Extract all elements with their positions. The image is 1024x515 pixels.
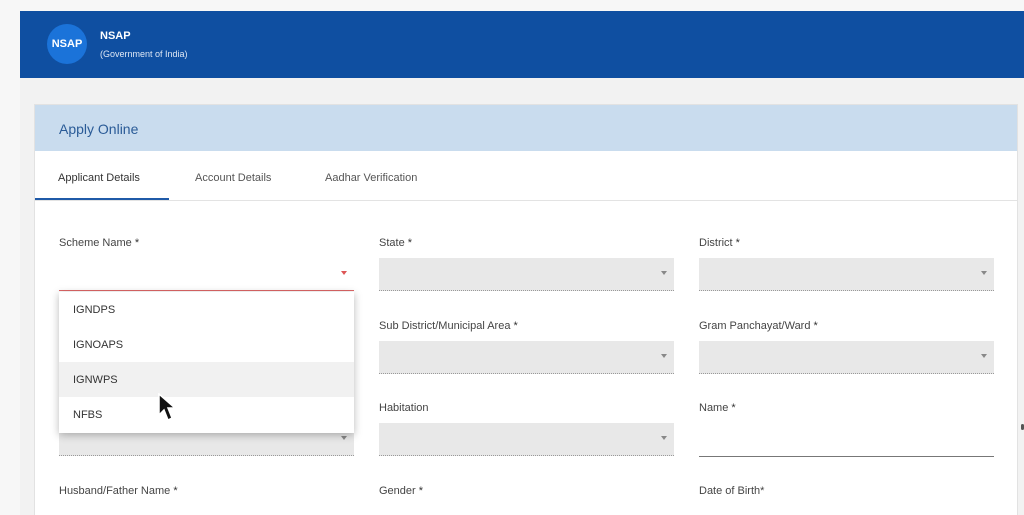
chevron-down-icon — [661, 354, 667, 358]
scheme-name-dropdown: IGNDPS IGNOAPS IGNWPS NFBS — [59, 292, 354, 433]
tab-bar: Applicant Details Account Details Aadhar… — [35, 151, 1017, 201]
chevron-down-icon — [981, 354, 987, 358]
gram-panchayat-select[interactable] — [699, 341, 994, 374]
site-subtitle: (Government of India) — [100, 49, 188, 59]
option-ignoaps[interactable]: IGNOAPS — [59, 327, 354, 362]
gram-panchayat-label: Gram Panchayat/Ward * — [699, 320, 818, 332]
state-label: State * — [379, 237, 413, 249]
sub-district-select[interactable] — [379, 341, 674, 374]
scheme-name-select[interactable] — [59, 258, 354, 291]
date-of-birth-label: Date of Birth* — [699, 485, 765, 497]
district-select[interactable] — [699, 258, 994, 291]
husband-father-name-label: Husband/Father Name * — [59, 485, 178, 497]
card-header: Apply Online — [35, 105, 1017, 151]
browser-edge-top — [0, 0, 1024, 11]
option-ignwps[interactable]: IGNWPS — [59, 362, 354, 397]
option-igndps[interactable]: IGNDPS — [59, 292, 354, 327]
chevron-down-icon — [661, 271, 667, 275]
option-nfbs[interactable]: NFBS — [59, 397, 354, 432]
name-label: Name * — [699, 402, 736, 414]
habitation-select[interactable] — [379, 423, 674, 456]
mouse-pointer-icon — [158, 393, 177, 422]
gender-label: Gender * — [379, 485, 424, 497]
tab-account-details[interactable]: Account Details — [195, 172, 271, 184]
chevron-down-icon — [981, 271, 987, 275]
district-label: District * — [699, 237, 740, 249]
tab-applicant-details[interactable]: Applicant Details — [58, 172, 140, 184]
site-header: NSAP NSAP (Government of India) — [20, 11, 1024, 78]
card-title: Apply Online — [59, 121, 139, 137]
scheme-name-label: Scheme Name * — [59, 237, 140, 249]
nsap-logo: NSAP — [47, 24, 87, 64]
browser-edge-left — [0, 0, 20, 515]
active-tab-indicator — [35, 198, 169, 200]
habitation-label: Habitation — [379, 402, 429, 414]
site-title: NSAP — [100, 30, 131, 42]
chevron-down-icon — [341, 271, 347, 275]
sub-district-label: Sub District/Municipal Area * — [379, 320, 518, 332]
chevron-down-icon — [661, 436, 667, 440]
tab-aadhar-verification[interactable]: Aadhar Verification — [325, 172, 417, 184]
chevron-down-icon — [341, 436, 347, 440]
state-select[interactable] — [379, 258, 674, 291]
name-input[interactable] — [699, 424, 994, 457]
